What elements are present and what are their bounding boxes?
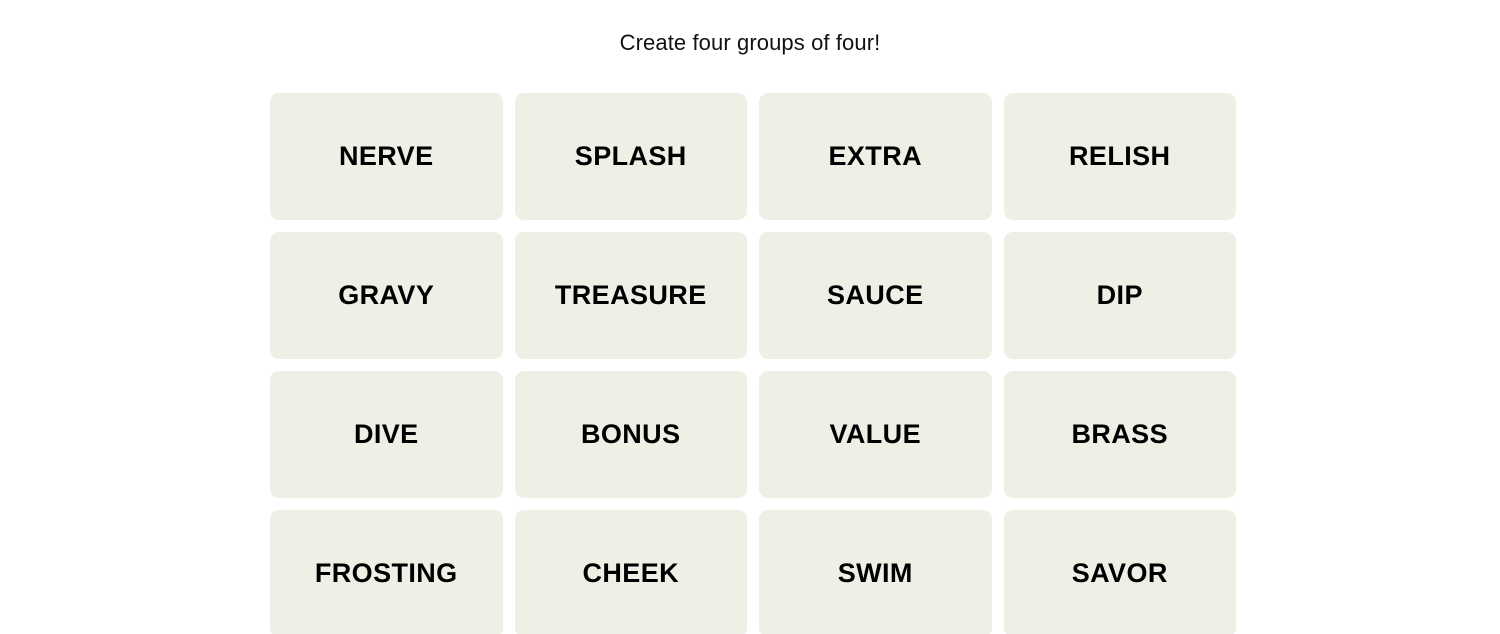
word-tile-label: NERVE (338, 141, 434, 171)
connections-game: Create four groups of four! NERVE SPLASH E… (0, 0, 1500, 634)
word-tile-label: SAVOR (1071, 558, 1168, 588)
word-tile-label: RELISH (1069, 141, 1171, 171)
word-tile[interactable]: BRASS (1003, 371, 1236, 498)
word-tile-label: FROSTING (314, 558, 458, 588)
word-tile[interactable]: EXTRA (759, 93, 992, 220)
word-tile-label: VALUE (829, 419, 921, 449)
word-tile-grid: NERVE SPLASH EXTRA RELISH GRAVY TREASURE SAUCE… (270, 93, 1236, 634)
word-tile[interactable]: SAVOR (1003, 510, 1236, 634)
word-tile[interactable]: DIP (1003, 232, 1236, 359)
word-tile-label: SWIM (837, 558, 913, 588)
word-tile-label: DIVE (353, 419, 419, 449)
word-tile-label: DIP (1096, 280, 1143, 310)
word-tile[interactable]: SAUCE (759, 232, 992, 359)
word-tile[interactable]: BONUS (514, 371, 747, 498)
word-tile-label: SPLASH (574, 141, 687, 171)
word-tile-label: SAUCE (826, 280, 924, 310)
word-tile-label: CHEEK (582, 558, 679, 588)
word-tile-label: TREASURE (554, 280, 707, 310)
word-tile-label: EXTRA (828, 141, 922, 171)
word-tile-label: GRAVY (338, 280, 435, 310)
word-tile[interactable]: NERVE (270, 93, 503, 220)
word-tile[interactable]: CHEEK (514, 510, 747, 634)
word-tile[interactable]: SPLASH (514, 93, 747, 220)
word-tile[interactable]: GRAVY (270, 232, 503, 359)
word-tile[interactable]: FROSTING (270, 510, 503, 634)
word-tile[interactable]: DIVE (270, 371, 503, 498)
word-tile-label: BONUS (580, 419, 681, 449)
page-title: Create four groups of four! (619, 30, 881, 55)
word-tile[interactable]: RELISH (1003, 93, 1236, 220)
word-tile[interactable]: SWIM (759, 510, 992, 634)
word-tile-label: BRASS (1071, 419, 1168, 449)
word-tile[interactable]: TREASURE (514, 232, 747, 359)
word-tile[interactable]: VALUE (759, 371, 992, 498)
